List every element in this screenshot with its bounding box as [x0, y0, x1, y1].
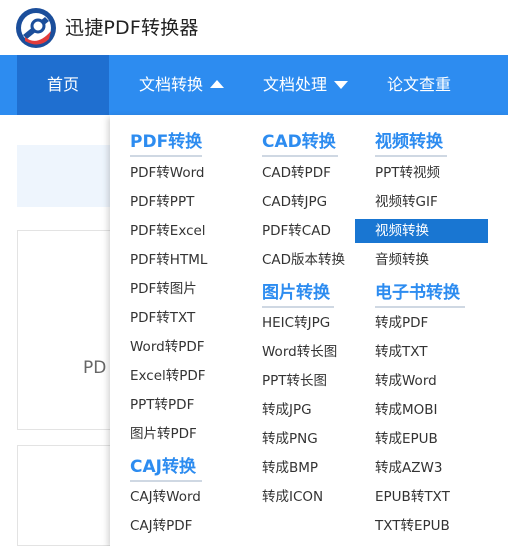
app-logo-icon[interactable] — [15, 7, 57, 49]
nav-document-convert-label: 文档转换 — [139, 75, 204, 94]
menu-item-to-azw3[interactable]: 转成AZW3 — [375, 456, 442, 480]
background-banner — [17, 145, 112, 207]
menu-item-cad-to-jpg[interactable]: CAD转JPG — [262, 190, 327, 214]
category-title-video: 视频转换 — [375, 132, 443, 152]
triangle-up-icon — [210, 80, 225, 88]
nav-document-convert[interactable]: 文档转换 — [139, 55, 225, 115]
menu-item-epub-to-txt[interactable]: EPUB转TXT — [375, 485, 450, 509]
menu-item-to-txt[interactable]: 转成TXT — [375, 340, 428, 364]
triangle-down-icon — [334, 80, 349, 89]
menu-item-caj-to-word[interactable]: CAJ转Word — [130, 485, 201, 509]
convert-dropdown-menu: PDF转换 PDF转Word PDF转PPT PDF转Excel PDF转HTM… — [110, 115, 508, 546]
nav-document-process[interactable]: 文档处理 — [263, 55, 349, 115]
category-underline — [262, 155, 338, 157]
nav-document-process-label: 文档处理 — [263, 75, 328, 94]
menu-item-caj-to-pdf[interactable]: CAJ转PDF — [130, 514, 192, 538]
menu-item-to-icon[interactable]: 转成ICON — [262, 485, 323, 509]
menu-item-pdf-to-word[interactable]: PDF转Word — [130, 161, 205, 185]
main-navbar: 首页 文档转换 文档处理 论文查重 — [0, 55, 508, 115]
menu-item-txt-to-epub[interactable]: TXT转EPUB — [375, 514, 450, 538]
menu-item-to-pdf[interactable]: 转成PDF — [375, 311, 428, 335]
menu-item-image-to-pdf[interactable]: 图片转PDF — [130, 422, 197, 446]
menu-item-to-bmp[interactable]: 转成BMP — [262, 456, 318, 480]
menu-item-to-word[interactable]: 转成Word — [375, 369, 437, 393]
menu-item-word-to-pdf[interactable]: Word转PDF — [130, 335, 205, 359]
menu-item-excel-to-pdf[interactable]: Excel转PDF — [130, 364, 206, 388]
category-title-pdf: PDF转换 — [130, 132, 203, 152]
menu-item-cad-version-convert[interactable]: CAD版本转换 — [262, 248, 345, 272]
app-header: 迅捷PDF转换器 — [0, 0, 508, 55]
menu-item-audio-convert[interactable]: 音频转换 — [375, 248, 429, 272]
category-underline — [130, 480, 202, 482]
nav-paper-check[interactable]: 论文查重 — [387, 55, 451, 115]
background-card — [17, 445, 112, 546]
menu-item-to-jpg[interactable]: 转成JPG — [262, 398, 312, 422]
menu-item-video-to-gif[interactable]: 视频转GIF — [375, 190, 438, 214]
app-title: 迅捷PDF转换器 — [65, 17, 199, 39]
background-card — [17, 230, 112, 430]
background-card-text: PD — [83, 358, 107, 378]
menu-item-to-mobi[interactable]: 转成MOBI — [375, 398, 438, 422]
category-title-caj: CAJ转换 — [130, 457, 196, 477]
menu-item-ppt-to-video[interactable]: PPT转视频 — [375, 161, 440, 185]
menu-item-pdf-to-html[interactable]: PDF转HTML — [130, 248, 207, 272]
menu-item-video-convert[interactable]: 视频转换 — [355, 219, 488, 243]
category-underline — [375, 306, 465, 308]
category-title-image: 图片转换 — [262, 283, 330, 303]
menu-item-heic-to-jpg[interactable]: HEIC转JPG — [262, 311, 330, 335]
menu-item-pdf-to-ppt[interactable]: PDF转PPT — [130, 190, 194, 214]
menu-item-pdf-to-cad[interactable]: PDF转CAD — [262, 219, 331, 243]
menu-item-cad-to-pdf[interactable]: CAD转PDF — [262, 161, 331, 185]
menu-item-to-png[interactable]: 转成PNG — [262, 427, 318, 451]
category-title-ebook: 电子书转换 — [375, 283, 460, 303]
menu-item-pdf-to-txt[interactable]: PDF转TXT — [130, 306, 195, 330]
menu-item-ppt-to-long-image[interactable]: PPT转长图 — [262, 369, 327, 393]
menu-item-pdf-to-excel[interactable]: PDF转Excel — [130, 219, 206, 243]
menu-item-word-to-long-image[interactable]: Word转长图 — [262, 340, 337, 364]
category-underline — [375, 155, 447, 157]
category-title-cad: CAD转换 — [262, 132, 336, 152]
category-underline — [262, 306, 334, 308]
menu-item-pdf-to-image[interactable]: PDF转图片 — [130, 277, 197, 301]
category-underline — [130, 155, 202, 157]
menu-item-to-epub[interactable]: 转成EPUB — [375, 427, 438, 451]
menu-item-ppt-to-pdf[interactable]: PPT转PDF — [130, 393, 194, 417]
nav-home[interactable]: 首页 — [17, 55, 109, 115]
